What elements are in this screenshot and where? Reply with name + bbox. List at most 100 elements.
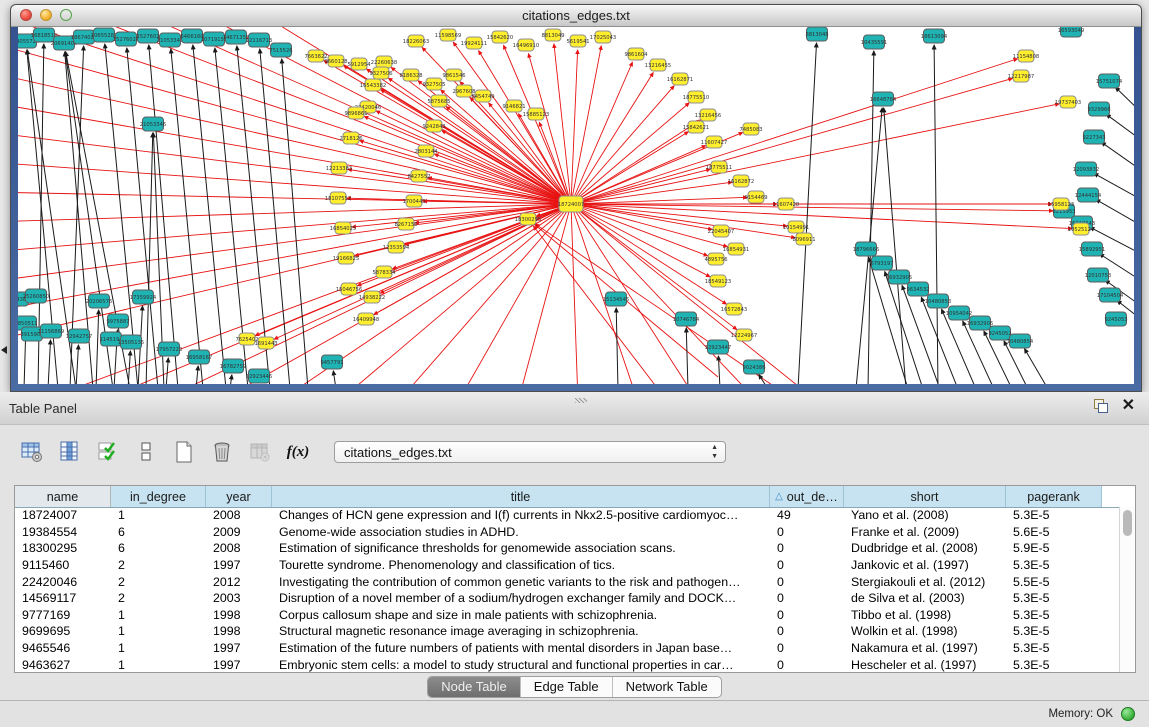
function-builder-icon[interactable]: f(x) xyxy=(286,440,310,464)
graph-node[interactable]: 8427552 xyxy=(407,170,430,182)
graph-node[interactable]: 12010753 xyxy=(1085,268,1111,282)
delete-column-icon[interactable] xyxy=(248,440,272,464)
close-window-icon[interactable] xyxy=(20,9,32,21)
graph-node[interactable]: 8096911 xyxy=(792,233,815,245)
panel-collapse-arrow-icon[interactable] xyxy=(1,346,7,354)
graph-node[interactable]: 15134545 xyxy=(603,292,629,306)
graph-node[interactable]: 20206576 xyxy=(86,294,112,308)
graph-node[interactable]: 21053347 xyxy=(157,33,183,47)
zoom-window-icon[interactable] xyxy=(60,9,72,21)
graph-node[interactable]: 15276020 xyxy=(113,32,139,46)
show-column-icon[interactable] xyxy=(58,440,82,464)
graph-node[interactable]: 16648784 xyxy=(870,92,897,106)
graph-node[interactable]: 10954042 xyxy=(946,306,972,320)
graph-node[interactable]: 18775510 xyxy=(683,91,709,103)
graph-node[interactable]: 9861546 xyxy=(442,69,465,81)
graph-node[interactable]: 7515526 xyxy=(269,43,292,57)
graph-node[interactable]: 16162871 xyxy=(667,73,693,85)
graph-node[interactable]: 15885123 xyxy=(523,108,549,120)
graph-node[interactable]: 25260850 xyxy=(23,289,49,303)
graph-node[interactable]: 8454749 xyxy=(471,90,494,102)
divider-grip-icon[interactable] xyxy=(575,398,587,403)
tab-node-table[interactable]: Node Table xyxy=(428,677,521,697)
graph-node[interactable]: 17025043 xyxy=(590,31,616,43)
graph-node[interactable]: 7485083 xyxy=(739,123,762,135)
graph-node[interactable]: 18107552 xyxy=(325,192,351,204)
graph-node[interactable]: 4895756 xyxy=(704,253,727,265)
graph-node[interactable]: 9975887 xyxy=(106,314,129,328)
graph-node[interactable]: 6793197 xyxy=(870,256,893,270)
graph-node[interactable]: 9242843 xyxy=(422,120,445,132)
graph-node[interactable]: 16162872 xyxy=(728,175,754,187)
graph-node[interactable]: 16593049 xyxy=(1058,27,1084,37)
graph-node[interactable]: 10480853 xyxy=(925,294,951,308)
graph-node[interactable]: 9660128 xyxy=(324,55,347,67)
graph-node[interactable]: 11154808 xyxy=(1013,50,1039,62)
graph-node[interactable]: 5619541 xyxy=(566,35,589,47)
graph-node[interactable]: 9861604 xyxy=(624,48,648,60)
graph-node[interactable]: 10746784 xyxy=(673,312,700,326)
graph-node[interactable]: 18724007 xyxy=(558,196,584,212)
graph-node[interactable]: 16854931 xyxy=(723,243,749,255)
column-header-name[interactable]: name xyxy=(15,486,111,507)
graph-node[interactable]: 12217987 xyxy=(1008,70,1034,82)
graph-node[interactable]: 12093832 xyxy=(1073,162,1099,176)
graph-node[interactable]: 9245052 xyxy=(988,326,1011,340)
memory-ok-indicator[interactable] xyxy=(1121,707,1135,721)
graph-node[interactable]: 13216455 xyxy=(645,59,671,71)
graph-node[interactable]: 9457791 xyxy=(320,355,343,369)
graph-node[interactable]: 16409948 xyxy=(353,313,379,325)
window-titlebar[interactable]: citations_edges.txt xyxy=(11,5,1141,27)
table-row[interactable]: 1872400712008Changes of HCN gene express… xyxy=(15,507,1120,524)
row-height-icon[interactable] xyxy=(134,440,158,464)
graph-node[interactable]: 16572843 xyxy=(721,303,747,315)
minimize-window-icon[interactable] xyxy=(40,9,52,21)
graph-node[interactable]: 18775511 xyxy=(706,161,732,173)
column-header-title[interactable]: title xyxy=(272,486,770,507)
graph-node[interactable]: 17104504 xyxy=(1097,288,1124,302)
delete-table-icon[interactable] xyxy=(210,440,234,464)
graph-node[interactable]: 9896861 xyxy=(344,107,367,119)
citation-network-graph[interactable]: 1872400718300295240557241681851420691406… xyxy=(18,27,1134,384)
graph-node[interactable]: 18549123 xyxy=(705,275,731,287)
graph-node[interactable]: 9634532 xyxy=(906,282,929,296)
graph-node[interactable]: 8267150 xyxy=(394,218,417,230)
graph-node[interactable]: 8186328 xyxy=(399,69,422,81)
graph-node[interactable]: 9024386 xyxy=(742,360,765,374)
graph-node[interactable]: 12213383 xyxy=(326,162,352,174)
graph-node[interactable]: 1691443 xyxy=(254,337,277,349)
graph-node[interactable]: 10480854 xyxy=(1007,334,1034,348)
graph-node[interactable]: 22045407 xyxy=(708,225,734,237)
column-header-year[interactable]: year xyxy=(206,486,272,507)
table-row[interactable]: 969969511998Structural magnetic resonanc… xyxy=(15,623,1120,640)
graph-node[interactable]: 9154469 xyxy=(744,191,767,203)
new-table-icon[interactable] xyxy=(172,440,196,464)
table-row[interactable]: 946362711997Embryonic stem cells: a mode… xyxy=(15,656,1120,672)
graph-node[interactable]: 1700443 xyxy=(402,195,425,207)
graph-node[interactable]: 13505135 xyxy=(118,335,144,349)
graph-node[interactable]: 19166825 xyxy=(333,252,359,264)
graph-node[interactable]: 8813048 xyxy=(805,27,828,41)
graph-node[interactable]: 22260638 xyxy=(371,56,397,68)
close-panel-icon[interactable]: ✕ xyxy=(1122,399,1135,413)
graph-node[interactable]: 12444154 xyxy=(1075,188,1102,202)
graph-node[interactable]: 21053346 xyxy=(140,117,166,131)
table-row[interactable]: 1456911722003Disruption of a novel membe… xyxy=(15,590,1120,607)
graph-node[interactable]: 19924111 xyxy=(461,37,487,49)
graph-node[interactable]: 19737403 xyxy=(1055,96,1081,108)
graph-node[interactable]: 12942757 xyxy=(66,329,92,343)
graph-node[interactable]: 12923447 xyxy=(705,340,731,354)
graph-node[interactable]: 9146821 xyxy=(502,100,525,112)
graph-node[interactable]: 10435591 xyxy=(861,35,887,49)
graph-node[interactable]: 9245053 xyxy=(1104,312,1127,326)
tab-edge-table[interactable]: Edge Table xyxy=(521,677,613,697)
table-settings-icon[interactable] xyxy=(20,440,44,464)
graph-node[interactable]: 9327505 xyxy=(422,78,445,90)
graph-node[interactable]: 16782759 xyxy=(220,359,246,373)
column-header-out_de[interactable]: △out_de… xyxy=(770,486,844,507)
table-panel-titlebar[interactable]: Table Panel ✕ xyxy=(0,392,1149,425)
graph-node[interactable]: 16496910 xyxy=(513,39,539,51)
table-row[interactable]: 2242004622012Investigating the contribut… xyxy=(15,573,1120,590)
table-row[interactable]: 977716911998Corpus callosum shape and si… xyxy=(15,607,1120,624)
graph-node[interactable]: 11607428 xyxy=(773,198,799,210)
